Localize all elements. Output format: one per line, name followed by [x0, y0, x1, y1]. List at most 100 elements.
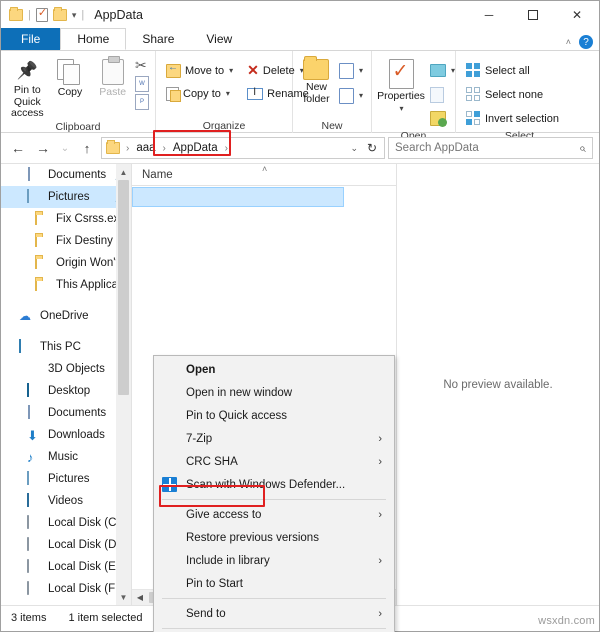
sidebar-item-fix-destiny2[interactable]: Fix Destiny 2 Ser	[1, 230, 131, 252]
copy-to-icon	[166, 86, 181, 102]
folder-icon[interactable]	[9, 7, 23, 21]
tab-share[interactable]: Share	[126, 28, 190, 50]
watermark: wsxdn.com	[538, 615, 595, 627]
sidebar-item-label: Documents	[48, 407, 107, 419]
breadcrumb-separator: ›	[126, 142, 130, 154]
chevron-down-icon[interactable]: ▾	[72, 10, 77, 21]
sidebar-item-origin-wont-open[interactable]: Origin Won't Op	[1, 252, 131, 274]
breadcrumb-item-appdata[interactable]: AppData	[170, 141, 221, 155]
open-with-button[interactable]: ▾	[428, 60, 457, 81]
context-menu-item-pin-to-start[interactable]: Pin to Start	[154, 572, 394, 595]
file-explorer-window: | ▾ | AppData ─ ✕ File Home Share View ˄…	[0, 0, 600, 632]
paste-button[interactable]: Paste	[92, 56, 133, 99]
copy-to-button[interactable]: Copy to ▾	[162, 83, 237, 104]
cut-scissors-icon[interactable]	[135, 57, 149, 74]
properties-button[interactable]: Properties ▾	[377, 56, 425, 114]
item-count-label: 3 items	[11, 611, 47, 624]
tab-home[interactable]: Home	[60, 28, 127, 50]
properties-icon[interactable]	[35, 6, 48, 22]
sidebar-item-desktop[interactable]: Desktop	[1, 380, 131, 402]
sidebar-item-label: This PC	[40, 341, 81, 353]
chevron-down-icon[interactable]: ▾	[359, 91, 363, 100]
context-menu-item-send-to[interactable]: Send to ›	[154, 602, 394, 625]
close-button[interactable]: ✕	[555, 1, 599, 29]
forward-button[interactable]: →	[32, 137, 54, 159]
new-folder-icon[interactable]	[52, 7, 67, 21]
easy-access-button[interactable]: ▾	[337, 85, 365, 106]
column-header-name[interactable]: Name ˄	[132, 164, 396, 186]
context-menu-item-scan-with-windows-defender[interactable]: Scan with Windows Defender...	[154, 473, 394, 496]
chevron-down-icon[interactable]: ▾	[359, 66, 363, 75]
chevron-down-icon[interactable]: ▾	[226, 89, 230, 98]
context-menu-item-7zip[interactable]: 7-Zip ›	[154, 427, 394, 450]
sidebar-item-onedrive[interactable]: ☁ OneDrive	[1, 305, 131, 327]
context-menu-item-restore-previous-versions[interactable]: Restore previous versions	[154, 526, 394, 549]
select-none-button[interactable]: Select none	[462, 84, 563, 105]
tab-view[interactable]: View	[190, 28, 248, 50]
maximize-button[interactable]	[511, 1, 555, 29]
collapse-ribbon-icon[interactable]: ˄	[566, 37, 571, 47]
sidebar-item-local-disk-f[interactable]: Local Disk (F:)	[1, 578, 131, 600]
scroll-left-icon[interactable]: ◀	[132, 593, 148, 602]
chevron-down-icon[interactable]: ▾	[229, 66, 233, 75]
context-menu-item-open-in-new-window[interactable]: Open in new window	[154, 381, 394, 404]
paste-shortcut-icon[interactable]: P	[135, 94, 150, 110]
recent-locations-button[interactable]: ⌄	[57, 137, 73, 159]
sidebar-item-music[interactable]: ♪ Music	[1, 446, 131, 468]
sidebar-item-3d-objects[interactable]: 3D Objects	[1, 358, 131, 380]
context-menu-label: Pin to Start	[186, 577, 243, 590]
documents-icon	[27, 404, 42, 421]
refresh-icon[interactable]: ↻	[367, 141, 377, 155]
sidebar-item-fix-csrss[interactable]: Fix Csrss.exe Hig	[1, 208, 131, 230]
chevron-down-icon[interactable]: ▾	[399, 104, 403, 114]
ribbon: Pin to Quick access Copy Paste W P Clipb…	[1, 51, 599, 142]
sidebar-item-pictures-quick[interactable]: Pictures 📌	[1, 186, 131, 208]
invert-selection-button[interactable]: Invert selection	[462, 108, 563, 129]
sidebar-item-local-disk-d[interactable]: Local Disk (D:)	[1, 534, 131, 556]
copy-path-icon[interactable]: W	[135, 76, 150, 92]
copy-button[interactable]: Copy	[50, 56, 91, 99]
chevron-down-icon[interactable]: ⌄	[350, 143, 358, 154]
chevron-down-icon[interactable]: ▾	[451, 66, 455, 75]
up-button[interactable]: ↑	[76, 137, 98, 159]
context-menu-item-crc-sha[interactable]: CRC SHA ›	[154, 450, 394, 473]
breadcrumb-item-aaa[interactable]: aaa	[133, 141, 158, 155]
context-menu-label: Pin to Quick access	[186, 409, 287, 422]
breadcrumb[interactable]: › aaa › AppData › ⌄ ↻	[101, 137, 385, 159]
sidebar-item-label: Local Disk (C:)	[48, 517, 124, 529]
minimize-button[interactable]: ─	[467, 1, 511, 29]
sidebar-item-videos[interactable]: Videos	[1, 490, 131, 512]
pin-to-quick-access-button[interactable]: Pin to Quick access	[7, 56, 48, 120]
sidebar-item-local-disk-c[interactable]: Local Disk (C:)	[1, 512, 131, 534]
search-icon[interactable]: ⌕	[579, 141, 586, 156]
back-button[interactable]: ←	[7, 137, 29, 159]
ribbon-group-organize: Move to ▾ Copy to ▾ ✕ Delete ▾	[156, 51, 309, 133]
sidebar-item-pictures[interactable]: Pictures	[1, 468, 131, 490]
context-menu-item-open[interactable]: Open	[154, 358, 394, 381]
edit-button[interactable]	[428, 84, 457, 105]
scrollbar-thumb[interactable]	[118, 180, 129, 395]
context-menu-label: CRC SHA	[186, 455, 238, 468]
sidebar-item-downloads[interactable]: ⬇ Downloads	[1, 424, 131, 446]
sidebar-item-documents-quick[interactable]: Documents 📌	[1, 164, 131, 186]
list-item[interactable]	[132, 187, 344, 207]
new-item-button[interactable]: ▾	[337, 60, 365, 81]
address-bar: ← → ⌄ ↑ › aaa › AppData › ⌄ ↻ Search App…	[1, 133, 599, 163]
tab-file[interactable]: File	[1, 28, 61, 50]
help-icon[interactable]: ?	[579, 35, 593, 49]
sidebar-item-local-disk-e[interactable]: Local Disk (E:)	[1, 556, 131, 578]
scroll-up-icon[interactable]: ▲	[116, 164, 131, 180]
select-all-button[interactable]: Select all	[462, 60, 563, 81]
sidebar-item-this-pc[interactable]: This PC	[1, 336, 131, 358]
history-button[interactable]	[428, 108, 457, 129]
context-menu-item-include-in-library[interactable]: Include in library ›	[154, 549, 394, 572]
context-menu-item-pin-to-quick-access[interactable]: Pin to Quick access	[154, 404, 394, 427]
scroll-down-icon[interactable]: ▼	[116, 589, 131, 605]
sidebar-item-documents[interactable]: Documents	[1, 402, 131, 424]
new-folder-button[interactable]: New folder	[299, 56, 334, 105]
context-menu-item-give-access-to[interactable]: Give access to ›	[154, 503, 394, 526]
sidebar-item-this-application[interactable]: This Application	[1, 274, 131, 296]
search-input[interactable]: Search AppData ⌕	[388, 137, 593, 159]
nav-pane-scrollbar[interactable]: ▲ ▼	[116, 164, 131, 605]
move-to-button[interactable]: Move to ▾	[162, 60, 237, 81]
